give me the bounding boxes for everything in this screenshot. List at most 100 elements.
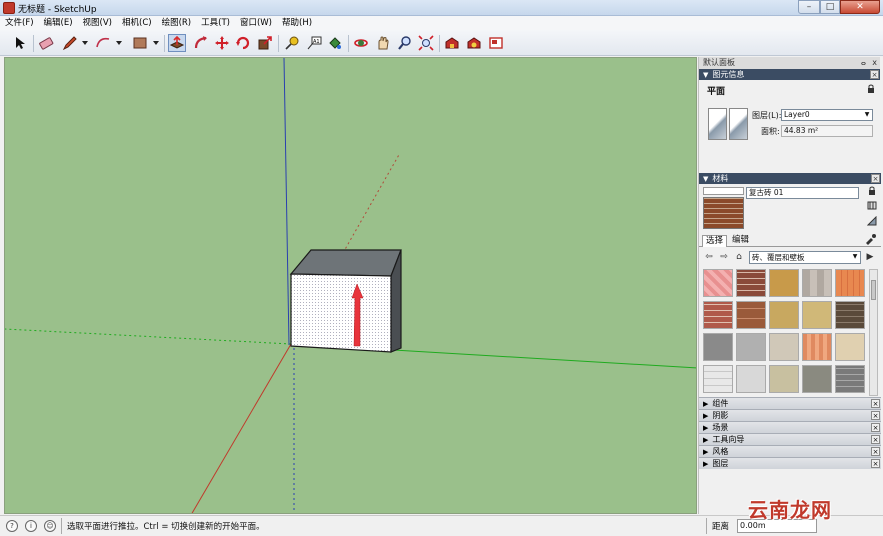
tray-close-icon[interactable]: × xyxy=(871,423,880,432)
material-tile[interactable] xyxy=(736,301,766,329)
drawing-viewport[interactable] xyxy=(4,57,697,514)
menu-edit[interactable]: 编辑(E) xyxy=(39,16,78,30)
forward-arrow-icon[interactable]: ⇨ xyxy=(719,252,729,262)
material-swatch-grid xyxy=(703,269,868,396)
scale-icon[interactable] xyxy=(256,34,274,52)
swatch-scrollbar[interactable] xyxy=(869,269,878,396)
material-tile[interactable] xyxy=(835,365,865,393)
area-value: 44.83 m² xyxy=(784,126,819,135)
tray-close-icon[interactable]: x xyxy=(872,57,877,69)
menu-file[interactable]: 文件(F) xyxy=(0,16,39,30)
material-tile[interactable] xyxy=(835,301,865,329)
tray-title: 默认面板 xyxy=(703,58,735,67)
geo-location-icon[interactable]: ? xyxy=(6,520,18,532)
move-icon[interactable] xyxy=(213,34,231,52)
layer-select[interactable]: Layer0 ▼ xyxy=(781,109,873,121)
entity-info-header[interactable]: ▼ 图元信息 × xyxy=(699,69,880,80)
menu-help[interactable]: 帮助(H) xyxy=(277,16,317,30)
entity-info-close-icon[interactable]: × xyxy=(870,70,879,79)
material-tile[interactable] xyxy=(736,269,766,297)
model-scene[interactable] xyxy=(5,58,697,514)
eraser-icon[interactable] xyxy=(37,34,55,52)
tray-close-icon[interactable]: × xyxy=(871,399,880,408)
push-pull-icon[interactable] xyxy=(168,34,186,52)
menu-camera[interactable]: 相机(C) xyxy=(117,16,157,30)
tray-scenes[interactable]: ▶ 场景 × xyxy=(699,421,881,433)
tray-label: 组件 xyxy=(712,399,729,408)
maximize-button[interactable]: □ xyxy=(820,0,840,14)
pin-icon[interactable]: ⴰ xyxy=(861,57,866,69)
tape-measure-icon[interactable] xyxy=(283,34,301,52)
tray-shadows[interactable]: ▶ 阴影 × xyxy=(699,409,881,421)
tray-components[interactable]: ▶ 组件 × xyxy=(699,397,881,409)
material-tile[interactable] xyxy=(802,301,832,329)
tab-select[interactable]: 选择 xyxy=(702,235,728,247)
menu-window[interactable]: 窗口(W) xyxy=(235,16,277,30)
back-material-swatch[interactable] xyxy=(729,108,748,140)
box-front-face-selected[interactable] xyxy=(290,273,392,353)
material-name-field[interactable]: 复古砖 01 xyxy=(746,187,859,199)
send-to-layout-icon[interactable] xyxy=(487,34,505,52)
arc-icon[interactable] xyxy=(94,34,112,52)
front-material-swatch[interactable] xyxy=(708,108,727,140)
rectangle-icon[interactable] xyxy=(131,34,149,52)
home-icon[interactable]: ⌂ xyxy=(734,252,744,262)
extension-warehouse-icon[interactable] xyxy=(465,34,483,52)
material-tile[interactable] xyxy=(736,333,766,361)
material-tile[interactable] xyxy=(703,333,733,361)
tray-close-icon[interactable]: × xyxy=(871,447,880,456)
scroll-thumb[interactable] xyxy=(871,280,876,300)
rotate-icon[interactable] xyxy=(234,34,252,52)
pencil-dropdown-icon[interactable] xyxy=(82,40,88,46)
material-tile[interactable] xyxy=(703,269,733,297)
material-tile[interactable] xyxy=(835,269,865,297)
zoom-extents-icon[interactable] xyxy=(417,34,435,52)
select-icon[interactable] xyxy=(11,34,29,52)
default-material-icon[interactable] xyxy=(867,216,877,226)
menu-tools[interactable]: 工具(T) xyxy=(196,16,235,30)
pencil-icon[interactable] xyxy=(61,34,79,52)
minimize-button[interactable]: – xyxy=(798,0,820,14)
material-tile[interactable] xyxy=(769,269,799,297)
material-library-select[interactable]: 砖、覆层和壁板 ▼ xyxy=(749,251,861,264)
material-tile[interactable] xyxy=(769,333,799,361)
box-top-face[interactable] xyxy=(289,249,402,277)
tab-edit[interactable]: 编辑 xyxy=(729,235,752,246)
shape-dropdown-icon[interactable] xyxy=(153,40,159,46)
tray-styles[interactable]: ▶ 风格 × xyxy=(699,445,881,457)
pan-icon[interactable] xyxy=(374,34,392,52)
tray-layers[interactable]: ▶ 图层 × xyxy=(699,457,881,469)
arc-dropdown-icon[interactable] xyxy=(116,40,122,46)
materials-header[interactable]: ▼ 材料 × xyxy=(699,173,881,184)
material-tile[interactable] xyxy=(769,365,799,393)
zoom-icon[interactable] xyxy=(396,34,414,52)
material-tile[interactable] xyxy=(835,333,865,361)
material-tile[interactable] xyxy=(769,301,799,329)
create-material-icon[interactable] xyxy=(867,200,877,210)
material-tile[interactable] xyxy=(703,301,733,329)
lock-icon[interactable] xyxy=(867,84,875,93)
menu-view[interactable]: 视图(V) xyxy=(78,16,117,30)
paint-bucket-icon[interactable] xyxy=(326,34,344,52)
tray-close-icon[interactable]: × xyxy=(871,435,880,444)
orbit-icon[interactable] xyxy=(352,34,370,52)
materials-close-icon[interactable]: × xyxy=(871,174,880,183)
material-tile[interactable] xyxy=(703,365,733,393)
material-tile[interactable] xyxy=(802,333,832,361)
user-icon[interactable]: ☺ xyxy=(44,520,56,532)
display-secondary-icon[interactable] xyxy=(867,186,877,196)
warehouse-icon[interactable] xyxy=(443,34,461,52)
tray-close-icon[interactable]: × xyxy=(871,411,880,420)
back-arrow-icon[interactable]: ⇦ xyxy=(704,252,714,262)
material-tile[interactable] xyxy=(802,365,832,393)
material-tile[interactable] xyxy=(736,365,766,393)
material-tile[interactable] xyxy=(802,269,832,297)
tray-instructor[interactable]: ▶ 工具向导 × xyxy=(699,433,881,445)
close-button[interactable]: ✕ xyxy=(840,0,880,14)
text-icon[interactable]: A1 xyxy=(305,34,323,52)
follow-me-icon[interactable] xyxy=(192,34,210,52)
details-arrow-icon[interactable]: ▶ xyxy=(865,252,875,262)
tray-close-icon[interactable]: × xyxy=(871,459,880,468)
credits-icon[interactable]: i xyxy=(25,520,37,532)
menu-draw[interactable]: 绘图(R) xyxy=(157,16,197,30)
